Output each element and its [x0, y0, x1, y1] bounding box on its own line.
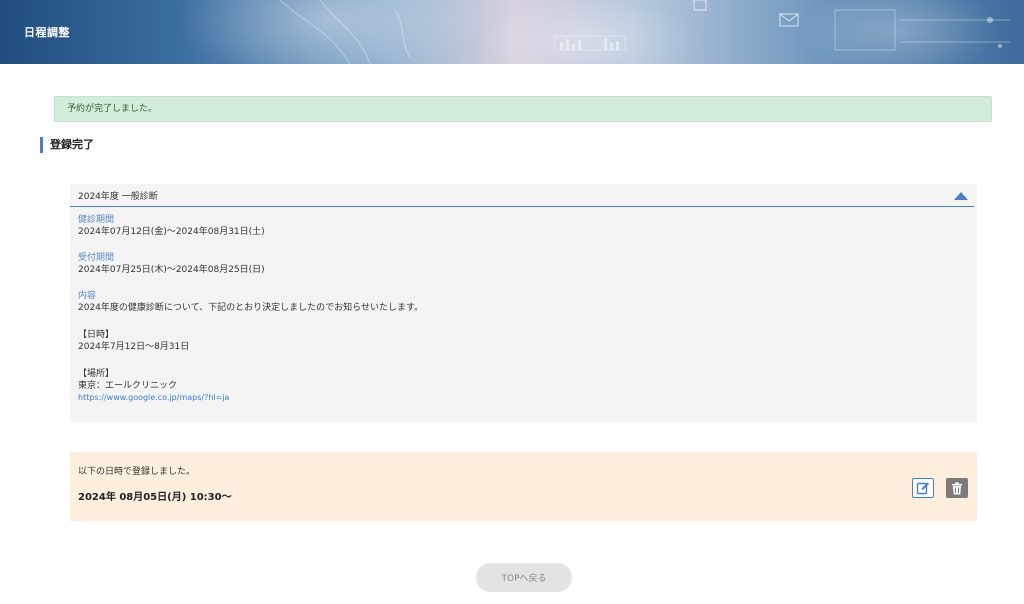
schedule-info-header[interactable]: 2024年度 一般診断 [70, 184, 974, 207]
reception-period-label: 受付期間 [78, 253, 115, 263]
schedule-title: 2024年度 一般診断 [78, 192, 158, 202]
back-to-top-button[interactable]: TOPへ戻る [476, 563, 572, 592]
reception-period-value: 2024年07月25日(木)～2024年08月25日(日) [78, 265, 265, 275]
schedule-info-body: 健診期間 2024年07月12日(金)～2024年08月31日(土) 受付期間 … [78, 214, 958, 404]
schedule-info-panel: 2024年度 一般診断 健診期間 2024年07月12日(金)～2024年08月… [70, 184, 977, 422]
header-background-graphic [279, 0, 1010, 64]
section-title: 登録完了 [40, 137, 94, 153]
registration-datetime: 2024年 08月05日(月) 10:30～ [78, 492, 232, 503]
edit-icon [916, 482, 929, 495]
success-alert: 予約が完了しました。 [54, 96, 992, 122]
content-label: 内容 [78, 291, 97, 301]
delete-button[interactable] [946, 478, 968, 498]
exam-period-value: 2024年07月12日(金)～2024年08月31日(土) [78, 227, 265, 237]
content-intro: 2024年度の健康診断について、下記のとおり決定しましたのでお知らせいたします。 [78, 303, 424, 313]
map-link[interactable]: https://www.google.co.jp/maps/?hl=ja [78, 393, 229, 402]
edit-button[interactable] [912, 478, 934, 498]
page-title: 日程調整 [24, 26, 70, 39]
triangle-up-icon[interactable] [954, 192, 968, 200]
place-heading: 【場所】 [78, 369, 115, 379]
place-value: 東京：エールクリニック [78, 381, 178, 391]
datetime-heading: 【日時】 [78, 330, 115, 340]
datetime-value: 2024年7月12日～8月31日 [78, 342, 190, 352]
registration-note: 以下の日時で登録しました。 [78, 467, 196, 477]
exam-period-label: 健診期間 [78, 215, 115, 225]
registration-summary: 以下の日時で登録しました。 2024年 08月05日(月) 10:30～ [70, 452, 977, 521]
app-header: 日程調整 [0, 0, 1024, 64]
trash-icon [952, 482, 962, 494]
